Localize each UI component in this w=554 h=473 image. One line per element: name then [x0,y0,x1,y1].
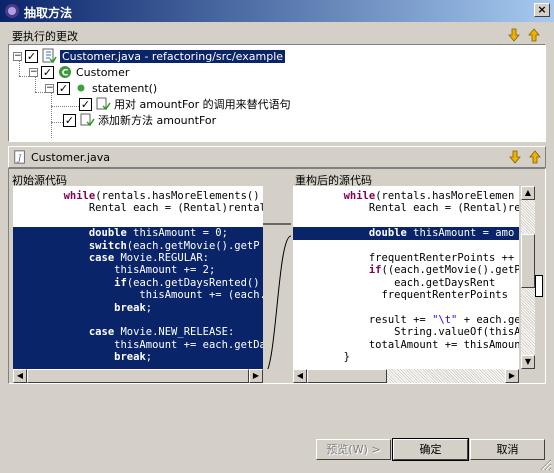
collapse-icon[interactable]: − [13,51,22,61]
compare-header: J Customer.java [8,146,546,168]
checkbox-replace[interactable]: ✓ [79,97,92,111]
previous-change-icon[interactable] [526,27,542,43]
checkbox-method[interactable]: ✓ [57,81,70,95]
refactored-source-pane[interactable]: while(rentals.hasMoreElemen Rental each … [293,186,519,369]
collapse-icon[interactable]: − [29,67,38,77]
close-button[interactable]: × [534,3,550,17]
scroll-down-icon[interactable]: ▼ [521,355,535,369]
code-line: double thisAmount = 0; [13,227,263,240]
original-source-pane[interactable]: while(rentals.hasMoreElements() Rental e… [13,186,263,369]
change-icon [80,113,95,127]
tree-item-replace[interactable]: ✓ 用对 amountFor 的调用来替代语句 [79,96,291,112]
scroll-up-icon[interactable]: ▲ [521,186,535,200]
code-line: frequentRenterPoints [293,289,508,302]
scroll-right-icon[interactable]: ▶ [249,369,263,383]
preview-button[interactable]: 预览(W) > [316,439,391,460]
title-bar: 抽取方法 × [0,0,554,22]
code-line: result += "\t" + each.ge [293,314,519,326]
code-line: while(rentals.hasMoreElemen [343,190,515,202]
scroll-right-icon[interactable]: ▶ [505,369,519,383]
collapse-icon[interactable]: − [45,83,54,93]
code-line: Rental each = (Rental)re [293,202,519,215]
checkbox-add[interactable]: ✓ [63,113,76,127]
code-line [13,314,263,327]
tree-item-method[interactable]: − ✓ statement() [45,80,157,96]
checkbox-file[interactable]: ✓ [25,49,38,63]
code-line: thisAmount += each.getDa [13,338,263,352]
tree-item-label: 添加新方法 amountFor [98,114,217,127]
changes-tree[interactable]: − ✓ Customer.java - refactoring/src/exam… [8,44,546,142]
code-line: double thisAmount = amo [293,227,519,240]
scroll-thumb[interactable] [521,234,535,288]
scroll-left-icon[interactable]: ◀ [293,369,307,383]
window-title: 抽取方法 [24,6,73,20]
class-icon: C [59,66,71,79]
code-line: break; [13,351,263,364]
java-file-icon: J [14,150,25,164]
java-file-icon [42,48,57,64]
tree-item-add[interactable]: ✓ 添加新方法 amountFor [63,112,216,128]
tree-item-label: 用对 amountFor 的调用来替代语句 [114,98,291,111]
app-icon [5,4,19,18]
code-line: } [293,351,350,364]
compare-file-name: Customer.java [31,151,110,164]
svg-text:C: C [62,69,69,79]
overview-ruler-marker[interactable] [535,275,543,297]
previous-difference-icon[interactable] [527,149,543,165]
public-method-icon [77,84,85,92]
code-line: case Movie.REGULAR: [13,252,263,265]
refactored-horizontal-scrollbar[interactable]: ◀ ▶ [293,369,519,383]
tree-item-class[interactable]: − ✓ C Customer [29,64,129,80]
changes-label: 要执行的更改 [12,30,78,43]
tree-item-file[interactable]: − ✓ Customer.java - refactoring/src/exam… [13,48,286,64]
tree-item-label: statement() [92,81,158,95]
code-line: if(each.getDaysRented() [13,276,263,290]
scroll-thumb[interactable] [27,369,249,383]
refactored-vertical-scrollbar[interactable]: ▲ ▼ [521,186,535,369]
original-horizontal-scrollbar[interactable]: ◀ ▶ [13,369,263,383]
tree-item-label: Customer.java - refactoring/src/example [60,49,286,63]
ok-button[interactable]: 确定 [392,438,469,461]
code-line: if((each.getMovie().getP [368,264,519,277]
code-line: switch(each.getMovie().getP [13,239,263,252]
cancel-button[interactable]: 取消 [470,439,545,460]
diff-connector [263,223,291,369]
code-line: each.getDaysRent [293,276,496,289]
code-line: break; [13,301,263,314]
scroll-thumb[interactable] [307,369,387,383]
compare-viewer: 初始源代码 重构后的源代码 while(rentals.hasMoreEleme… [8,168,546,384]
scroll-left-icon[interactable]: ◀ [13,369,27,383]
resize-grip-icon[interactable] [540,459,552,471]
tree-item-label: Customer [76,65,130,79]
code-line: thisAmount += (each. [13,289,263,302]
code-line: totalAmount += thisAmoun [293,338,519,351]
code-line: String.valueOf(thisA [293,326,519,339]
code-line: Rental each = (Rental)rental [13,202,263,215]
next-change-icon[interactable] [506,27,522,43]
code-line: case Movie.NEW_RELEASE: [13,326,263,339]
next-difference-icon[interactable] [507,149,523,165]
change-icon [96,97,111,111]
code-line: frequentRenterPoints ++ [293,252,515,264]
code-line: while(rentals.hasMoreElements() [63,190,260,202]
code-line: thisAmount += 2; [13,264,263,277]
checkbox-class[interactable]: ✓ [41,65,54,79]
